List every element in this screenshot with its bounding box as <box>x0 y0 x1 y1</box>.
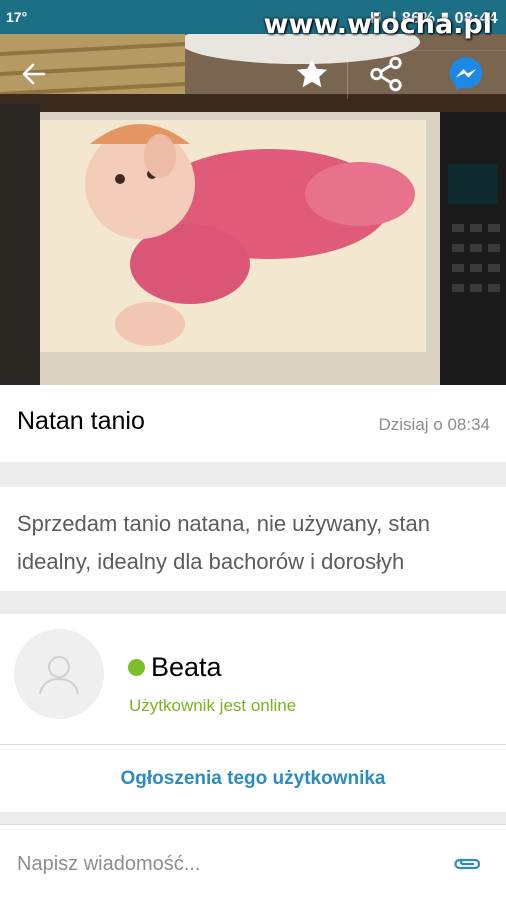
back-button[interactable] <box>12 52 56 96</box>
attach-button[interactable] <box>450 849 484 879</box>
watermark-text: www.wiocha.pl <box>263 9 492 40</box>
listing-title-card: Natan tanio Dzisiaj o 08:34 <box>0 385 506 462</box>
paperclip-icon <box>454 858 481 870</box>
online-status-dot <box>128 659 145 676</box>
messenger-icon <box>449 57 483 91</box>
status-temperature: 17° <box>6 9 28 25</box>
favorite-button[interactable] <box>290 52 334 96</box>
seller-name-row: Beata <box>128 652 222 683</box>
listing-description-card: Sprzedam tanio natana, nie używany, stan… <box>0 487 506 591</box>
message-input[interactable] <box>17 849 417 879</box>
listing-title: Natan tanio <box>17 407 145 435</box>
seller-card: Beata Użytkownik jest online Ogłoszenia … <box>0 614 506 812</box>
listing-description: Sprzedam tanio natana, nie używany, stan… <box>17 511 430 574</box>
message-bar <box>0 824 506 901</box>
share-icon <box>370 56 402 92</box>
listing-date: Dzisiaj o 08:34 <box>378 415 490 434</box>
messenger-button[interactable] <box>444 52 488 96</box>
back-arrow-icon <box>22 63 46 85</box>
user-placeholder-icon <box>39 656 79 695</box>
seller-name: Beata <box>151 652 222 682</box>
share-button[interactable] <box>364 52 408 96</box>
star-icon <box>296 58 328 88</box>
seller-online-status: Użytkownik jest online <box>129 696 297 715</box>
avatar[interactable] <box>14 629 104 719</box>
seller-ads-link[interactable]: Ogłoszenia tego użytkownika <box>0 745 506 812</box>
